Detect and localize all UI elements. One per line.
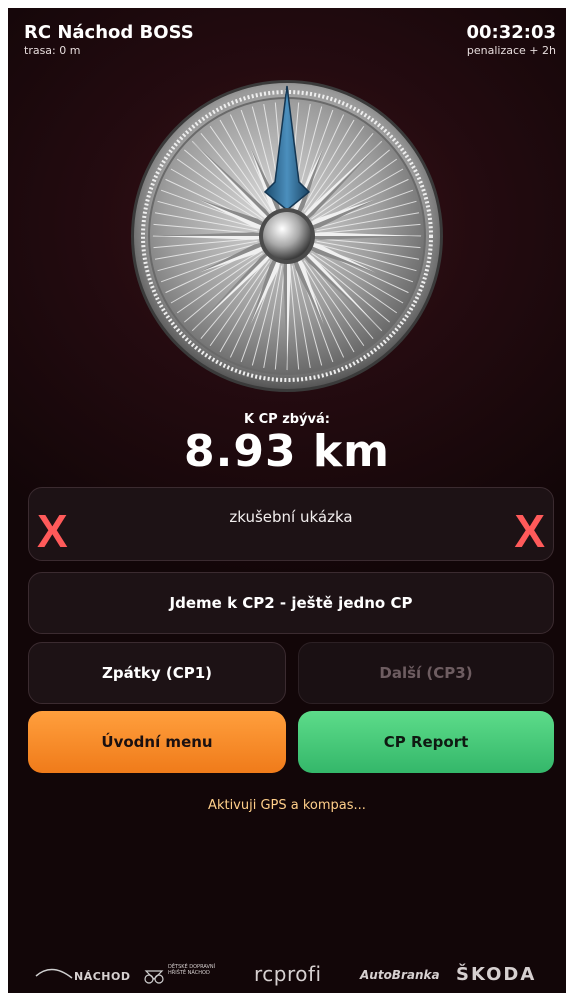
header-left: RC Náchod BOSS trasa: 0 m — [24, 22, 194, 58]
app-screen: RC Náchod BOSS trasa: 0 m 00:32:03 penal… — [8, 8, 566, 993]
sponsor-nachod: NÁCHOD — [74, 970, 131, 983]
current-cp-button[interactable]: Jdeme k CP2 - ještě jedno CP — [28, 572, 554, 634]
hriste-logo-icon — [144, 970, 164, 984]
timer: 00:32:03 — [466, 22, 556, 43]
sponsor-rcprofi: rcprofi — [254, 962, 322, 986]
sponsor-skoda: ŠKODA — [456, 964, 537, 985]
distance-label: K CP zbývá: — [244, 412, 330, 427]
error-x-icon: X — [514, 505, 545, 557]
status-text: Aktivuji GPS a kompas... — [208, 798, 366, 813]
header-right: 00:32:03 penalizace + 2h — [466, 22, 556, 58]
sponsor-hriste: DĚTSKÉ DOPRAVNÍ HŘIŠTĚ NÁCHOD — [168, 964, 216, 976]
next-button[interactable]: Další (CP3) — [298, 642, 554, 704]
error-x-icon: X — [37, 505, 68, 557]
penalty-text: penalizace + 2h — [466, 44, 556, 57]
app-title: RC Náchod BOSS — [24, 22, 194, 43]
info-card: X zkušební ukázka X — [28, 487, 554, 561]
distance-value: 8.93 km — [184, 426, 390, 477]
main-menu-button[interactable]: Úvodní menu — [28, 711, 286, 773]
info-text: zkušební ukázka — [229, 508, 353, 526]
compass-rose-icon — [131, 80, 443, 392]
sponsor-bar: NÁCHOD DĚTSKÉ DOPRAVNÍ HŘIŠTĚ NÁCHOD rcp… — [8, 958, 566, 992]
nachod-logo-icon — [35, 968, 73, 979]
route-distance: trasa: 0 m — [24, 44, 81, 57]
back-button[interactable]: Zpátky (CP1) — [28, 642, 286, 704]
sponsor-autobranka: AutoBranka — [360, 968, 440, 982]
cp-report-button[interactable]: CP Report — [298, 711, 554, 773]
